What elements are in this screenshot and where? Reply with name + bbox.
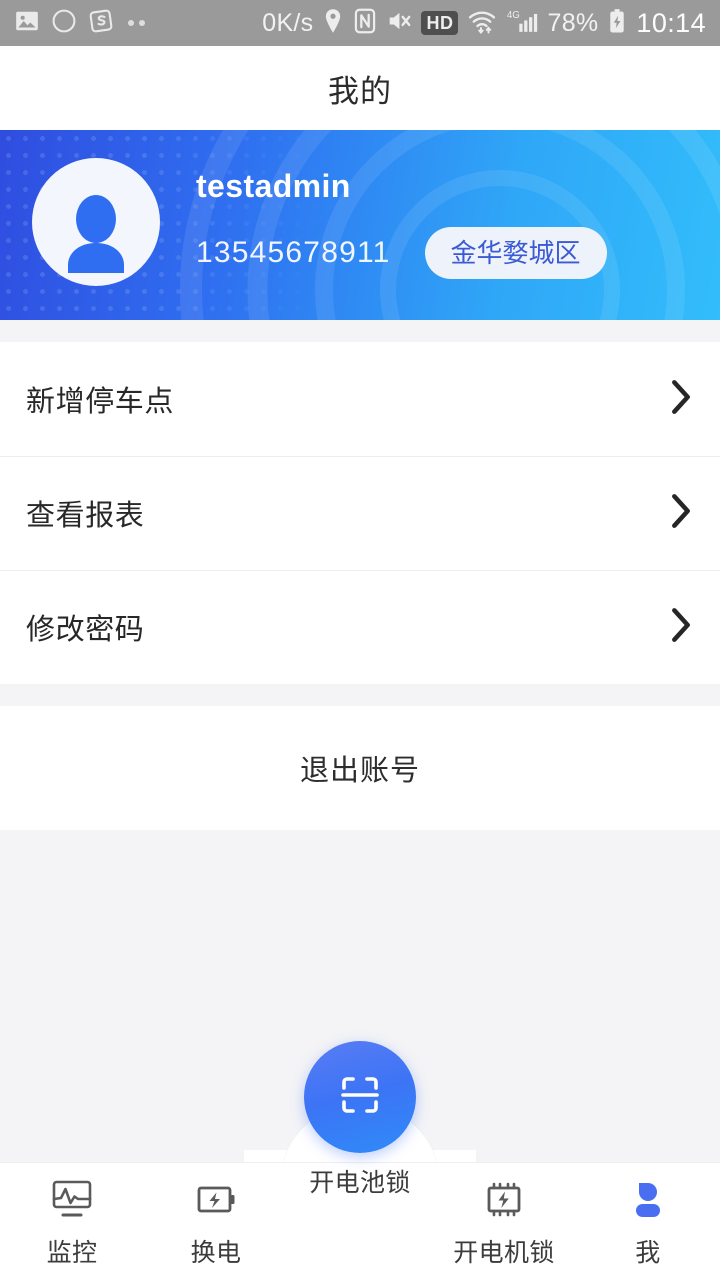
- hd-icon: HD: [421, 10, 459, 36]
- nav-item-label: 开电机锁: [453, 1239, 555, 1267]
- menu-item-view-reports[interactable]: 查看报表: [0, 456, 720, 570]
- user-avatar-icon: [53, 185, 139, 286]
- phone-label: 13545678911: [196, 236, 391, 269]
- logout-label: 退出账号: [299, 755, 420, 787]
- menu-item-add-parking-point[interactable]: 新增停车点: [0, 342, 720, 456]
- menu-list: 新增停车点 查看报表 修改密码: [0, 342, 720, 684]
- battery-percent-label: 78%: [547, 8, 599, 37]
- bottom-navigation: 监控 换电 开电池锁 开电机锁 我: [0, 1041, 720, 1280]
- page-title: 我的: [328, 73, 392, 109]
- network-speed-label: 0K/s: [262, 8, 314, 37]
- motor-bolt-icon: [480, 1177, 528, 1223]
- signal-icon: 4G: [506, 8, 538, 39]
- spacer: [0, 684, 720, 706]
- menu-item-label: 新增停车点: [26, 386, 175, 418]
- svg-text:4G: 4G: [507, 9, 520, 20]
- page-title-bar: 我的: [0, 46, 720, 130]
- profile-header: testadmin 13545678911 金华婺城区: [0, 130, 720, 320]
- status-bar-right-icons: 0K/s HD 4G 78% 10:14: [262, 8, 706, 39]
- profile-info: testadmin 13545678911 金华婺城区: [196, 168, 607, 279]
- monitor-waveform-icon: [48, 1177, 96, 1223]
- chevron-right-icon: [668, 491, 694, 536]
- chevron-right-icon: [668, 605, 694, 650]
- nav-bar: 监控 换电 开电池锁 开电机锁 我: [0, 1041, 720, 1280]
- menu-item-change-password[interactable]: 修改密码: [0, 570, 720, 684]
- sogou-icon: [88, 8, 114, 39]
- spacer: [0, 320, 720, 342]
- battery-bolt-icon: [192, 1177, 240, 1223]
- nav-item-unlock-battery[interactable]: 开电池锁: [288, 1041, 432, 1199]
- scan-frame-icon: [332, 1067, 388, 1128]
- region-badge[interactable]: 金华婺城区: [424, 227, 607, 279]
- nav-item-label: 监控: [46, 1239, 98, 1267]
- chevron-right-icon: [668, 377, 694, 422]
- nav-item-swap-battery[interactable]: 换电: [144, 1163, 288, 1269]
- more-dots-icon: [128, 20, 145, 26]
- person-icon: [624, 1177, 672, 1223]
- status-bar-left-icons: [14, 8, 145, 39]
- nfc-icon: [353, 8, 377, 39]
- image-icon: [14, 8, 40, 39]
- wifi-icon: [467, 8, 497, 39]
- clock-label: 10:14: [636, 7, 706, 38]
- avatar[interactable]: [32, 158, 160, 286]
- app-screen: 0K/s HD 4G 78% 10:14 我的 testadmin 135456…: [0, 0, 720, 1280]
- nav-item-unlock-motor[interactable]: 开电机锁: [432, 1163, 576, 1269]
- mute-icon: [386, 8, 412, 39]
- battery-charging-icon: [607, 8, 627, 39]
- nav-item-label: 换电: [190, 1239, 242, 1267]
- menu-item-label: 查看报表: [26, 500, 145, 532]
- username-label: testadmin: [196, 168, 351, 204]
- logout-button[interactable]: 退出账号: [0, 706, 720, 830]
- scan-fab-button[interactable]: [304, 1041, 416, 1153]
- location-pin-icon: [322, 8, 344, 39]
- status-bar: 0K/s HD 4G 78% 10:14: [0, 0, 720, 46]
- nav-item-monitor[interactable]: 监控: [0, 1163, 144, 1269]
- nav-item-label: 我: [635, 1239, 661, 1267]
- menu-item-label: 修改密码: [26, 614, 145, 646]
- nav-item-label: 开电池锁: [309, 1169, 411, 1197]
- nav-item-profile[interactable]: 我: [576, 1163, 720, 1269]
- profile-contact-row: 13545678911 金华婺城区: [196, 227, 607, 279]
- opera-icon: [51, 8, 77, 39]
